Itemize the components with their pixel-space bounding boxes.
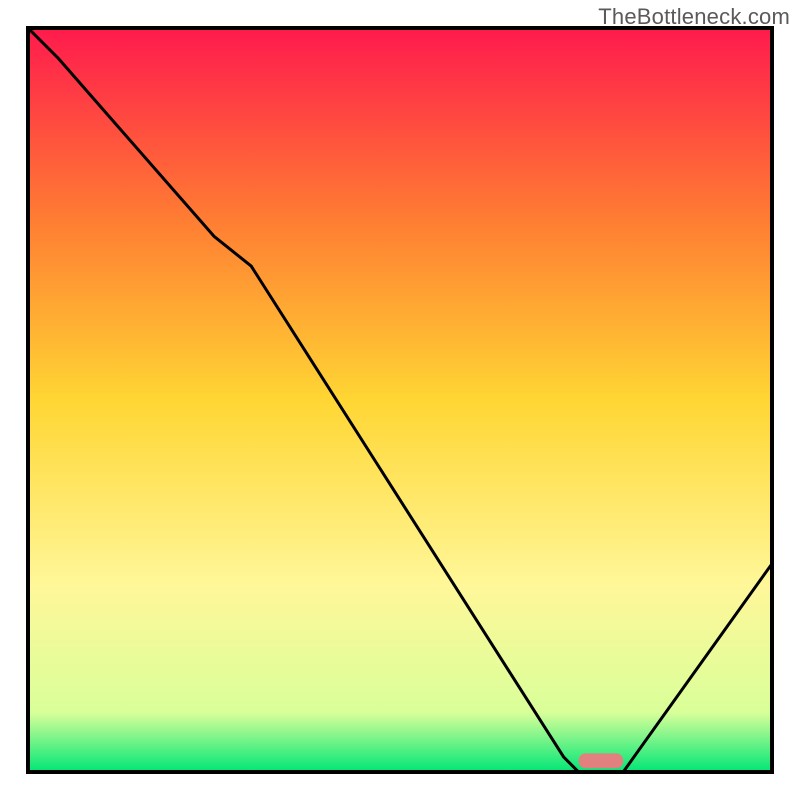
watermark-text: TheBottleneck.com bbox=[598, 4, 790, 30]
optimal-zone-marker bbox=[579, 753, 624, 768]
chart-container: { "watermark": { "text": "TheBottleneck.… bbox=[0, 0, 800, 800]
bottleneck-chart bbox=[0, 0, 800, 800]
gradient-background bbox=[28, 28, 772, 772]
